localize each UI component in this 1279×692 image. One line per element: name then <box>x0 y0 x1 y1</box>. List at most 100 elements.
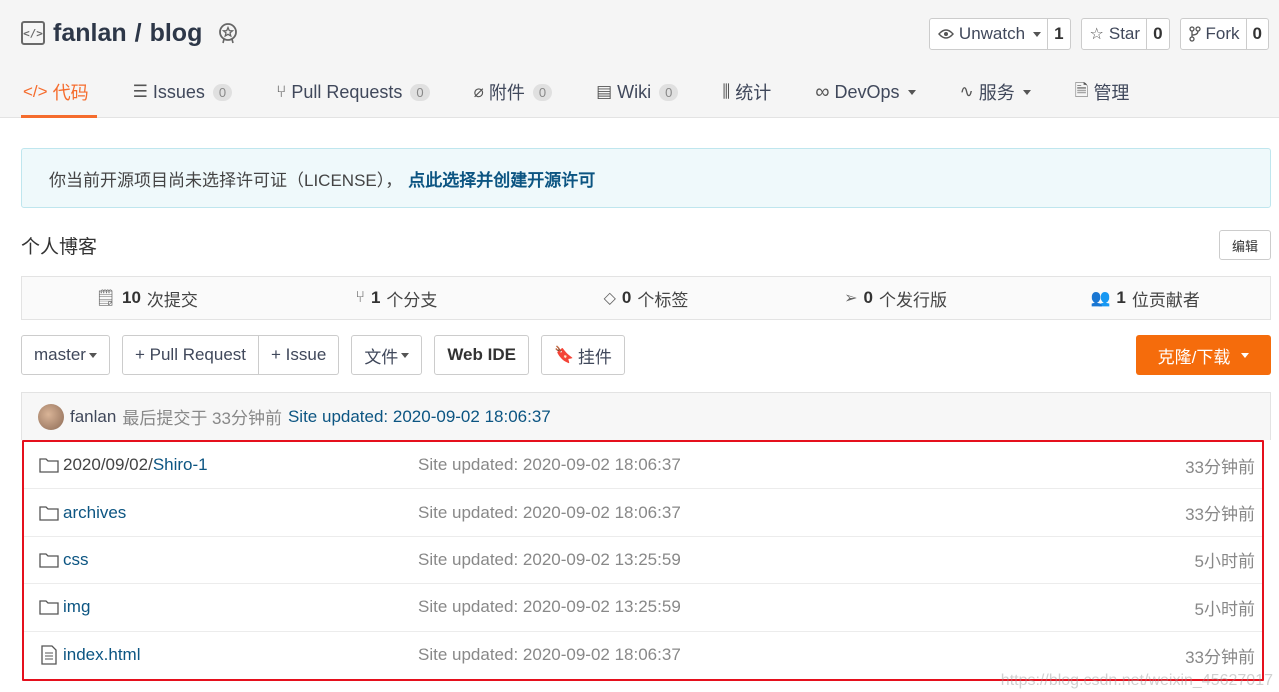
contributors-icon: 👥 <box>1090 290 1111 307</box>
commits-stat[interactable]: 🗒 10 次提交 <box>22 277 272 319</box>
releases-stat[interactable]: ➢ 0 个发行版 <box>771 277 1021 319</box>
clone-download-button[interactable]: 克隆/下载 <box>1136 335 1271 375</box>
releases-label: 个发行版 <box>879 290 948 310</box>
unwatch-label: Unwatch <box>958 24 1026 43</box>
unwatch-button[interactable]: Unwatch 1 <box>928 18 1071 50</box>
pull-requests-count-badge: 0 <box>410 83 430 101</box>
widget-label: 挂件 <box>577 347 612 367</box>
file-row[interactable]: 2020/09/02/Shiro-1 Site updated: 2020-09… <box>24 442 1262 490</box>
file-name-link[interactable]: css <box>63 550 89 569</box>
file-row[interactable]: img Site updated: 2020-09-02 13:25:59 5小… <box>24 584 1262 632</box>
branches-count: 1 <box>370 288 381 307</box>
eye-icon <box>937 29 954 39</box>
tab-pull-requests[interactable]: ⑂ Pull Requests 0 <box>274 70 438 114</box>
contributors-stat[interactable]: 👥 1 位贡献者 <box>1020 277 1270 319</box>
tag-icon: ◇ <box>603 290 616 307</box>
chevron-down-icon <box>88 352 97 358</box>
repo-title: </> fanlan / blog <box>21 16 240 50</box>
file-time: 5小时前 <box>1194 599 1255 619</box>
star-button[interactable]: ☆ Star 0 <box>1080 18 1170 50</box>
repo-name-link[interactable]: blog <box>150 19 203 48</box>
issues-icon: ☰ <box>132 82 148 101</box>
file-name-link[interactable]: img <box>63 597 90 616</box>
award-icon[interactable] <box>216 21 240 45</box>
file-path-prefix: 2020/09/02/ <box>63 455 153 475</box>
repo-separator: / <box>134 18 142 47</box>
create-license-link[interactable]: 点此选择并创建开源许可 <box>408 166 595 191</box>
commit-author-link[interactable]: fanlan <box>70 407 116 427</box>
branches-label: 个分支 <box>386 290 438 310</box>
tab-label: 管理 <box>1093 83 1130 103</box>
infinity-icon: ∞ <box>815 80 830 103</box>
book-icon: ▤ <box>596 82 613 101</box>
file-name-link[interactable]: archives <box>63 503 126 522</box>
repo-toolbar: master + Pull Request + Issue 文件 Web IDE… <box>21 335 1271 375</box>
edit-description-button[interactable]: 编辑 <box>1219 230 1271 260</box>
tab-attachments[interactable]: ⌀ 附件 0 <box>472 70 560 114</box>
new-issue-button[interactable]: + Issue <box>259 335 340 375</box>
pulse-icon: ∿ <box>959 82 974 101</box>
repo-owner-link[interactable]: fanlan <box>53 19 127 48</box>
file-menu-label: 文件 <box>364 347 399 367</box>
avatar[interactable] <box>38 403 64 430</box>
file-commit-message[interactable]: Site updated: 2020-09-02 18:06:37 <box>418 455 681 475</box>
commit-icon: 🗒 <box>95 290 116 307</box>
commits-label: 次提交 <box>146 290 198 310</box>
folder-icon <box>39 458 59 473</box>
file-row[interactable]: css Site updated: 2020-09-02 13:25:59 5小… <box>24 537 1262 585</box>
file-time: 33分钟前 <box>1185 457 1255 477</box>
file-row[interactable]: archives Site updated: 2020-09-02 18:06:… <box>24 489 1262 537</box>
widget-button[interactable]: 🔖 挂件 <box>540 335 625 375</box>
star-count[interactable]: 0 <box>1146 19 1168 49</box>
tab-code[interactable]: </> 代码 <box>21 70 97 118</box>
tab-devops[interactable]: ∞ DevOps <box>813 70 923 114</box>
file-commit-message[interactable]: Site updated: 2020-09-02 13:25:59 <box>418 597 681 617</box>
commit-meta: 最后提交于 33分钟前 <box>122 409 282 428</box>
folder-icon <box>39 505 59 521</box>
repo-tabs: </> 代码 ☰ Issues 0 ⑂ Pull Requests 0 ⌀ 附件… <box>21 70 1171 118</box>
releases-count: 0 <box>863 288 874 307</box>
chevron-down-icon <box>1241 352 1250 358</box>
issues-count-badge: 0 <box>212 83 233 101</box>
latest-commit-bar: fanlan 最后提交于 33分钟前 Site updated: 2020-09… <box>21 392 1271 440</box>
file-name-link[interactable]: index.html <box>63 645 140 664</box>
chevron-down-icon <box>907 89 916 95</box>
new-pull-request-button[interactable]: + Pull Request <box>121 335 260 375</box>
repo-header: </> fanlan / blog Unwatch 1 ☆ Star 0 For… <box>0 0 1279 118</box>
commit-message-link[interactable]: Site updated: 2020-09-02 18:06:37 <box>288 407 551 427</box>
branch-name: master <box>34 345 86 364</box>
file-commit-message[interactable]: Site updated: 2020-09-02 18:06:37 <box>418 503 681 523</box>
file-commit-message[interactable]: Site updated: 2020-09-02 13:25:59 <box>418 550 681 570</box>
watch-count[interactable]: 1 <box>1047 19 1069 49</box>
contributors-count: 1 <box>1116 288 1126 307</box>
bar-chart-icon: ⫼ <box>722 82 731 101</box>
tab-issues[interactable]: ☰ Issues 0 <box>131 70 241 114</box>
chevron-down-icon <box>401 352 410 358</box>
tab-manage[interactable]: 🗎 管理 <box>1073 70 1138 114</box>
code-repo-icon: </> <box>21 21 45 45</box>
chevron-down-icon <box>1033 31 1042 37</box>
repo-actions: Unwatch 1 ☆ Star 0 Fork 0 <box>928 18 1269 50</box>
wiki-count-badge: 0 <box>659 83 679 101</box>
file-time: 5小时前 <box>1194 552 1255 572</box>
tab-statistics[interactable]: ⫼ 统计 <box>720 70 779 114</box>
watermark: https://blog.csdn.net/weixin_45627017 <box>1000 672 1273 689</box>
tab-wiki[interactable]: ▤ Wiki 0 <box>594 70 686 114</box>
file-name-link[interactable]: Shiro-1 <box>153 455 208 474</box>
fork-button[interactable]: Fork 0 <box>1179 18 1269 50</box>
tab-label: DevOps <box>834 81 900 102</box>
pull-request-icon: ⑂ <box>276 82 287 101</box>
tab-services[interactable]: ∿ 服务 <box>958 70 1039 114</box>
tags-stat[interactable]: ◇ 0 个标签 <box>521 277 771 319</box>
file-commit-message[interactable]: Site updated: 2020-09-02 18:06:37 <box>418 645 681 665</box>
web-ide-button[interactable]: Web IDE <box>434 335 529 375</box>
tab-label: 附件 <box>488 83 525 103</box>
file-menu-button[interactable]: 文件 <box>351 335 423 375</box>
branch-select[interactable]: master <box>21 335 110 375</box>
fork-count[interactable]: 0 <box>1245 19 1268 49</box>
create-group: + Pull Request + Issue <box>121 335 340 375</box>
document-icon: 🗎 <box>1074 80 1089 100</box>
branches-stat[interactable]: ⑂ 1 个分支 <box>272 277 522 319</box>
contributors-label: 位贡献者 <box>1131 290 1200 310</box>
license-text: 你当前开源项目尚未选择许可证（LICENSE）， <box>49 170 403 190</box>
